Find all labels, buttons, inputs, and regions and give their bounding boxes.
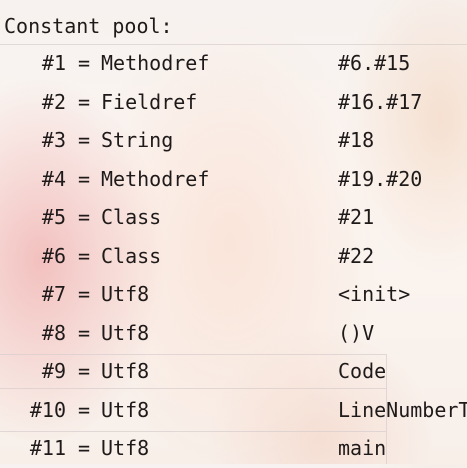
entry-index: #3 — [41, 128, 66, 152]
entry-equals: = — [78, 359, 91, 383]
entry-type: Methodref — [101, 166, 210, 191]
constant-pool-entry: #9 = Utf8 Code — [0, 352, 467, 391]
entry-value: #21 — [338, 205, 375, 229]
constant-pool-entry: #8 = Utf8 ()V — [0, 314, 467, 353]
entry-type: Utf8 — [101, 436, 150, 460]
entry-value: <init> — [338, 282, 411, 306]
entry-index: #6 — [41, 243, 66, 268]
entry-type: Utf8 — [101, 397, 150, 422]
entry-equals: = — [78, 397, 91, 422]
entry-type: Fieldref — [101, 89, 198, 114]
entry-equals: = — [78, 282, 91, 306]
entry-equals: = — [78, 166, 91, 191]
entry-type: Class — [101, 205, 162, 229]
constant-pool-entry: #5 = Class #21 — [0, 198, 467, 237]
entry-value: #22 — [338, 243, 375, 268]
constant-pool-entry: #4 = Methodref #19.#20 — [0, 160, 467, 199]
entry-equals: = — [78, 243, 91, 268]
row-divider — [0, 431, 386, 432]
entry-type: Methodref — [101, 51, 210, 75]
constant-pool-entry: #11 = Utf8 main — [0, 429, 467, 468]
entry-equals: = — [78, 320, 91, 345]
entry-index: #9 — [41, 359, 66, 383]
constant-pool-entry: #7 = Utf8 <init> — [0, 275, 467, 314]
constant-pool-entry: #2 = Fieldref #16.#17 — [0, 83, 467, 122]
entry-value: LineNumberT — [338, 397, 467, 422]
entry-type: Utf8 — [101, 282, 150, 306]
entry-value: main — [338, 436, 387, 460]
entry-index: #4 — [41, 166, 66, 191]
entry-value: ()V — [338, 320, 375, 345]
constant-pool-entry: #3 = String #18 — [0, 121, 467, 160]
entry-type: Class — [101, 243, 162, 268]
entry-index: #10 — [29, 397, 66, 422]
row-divider — [0, 354, 386, 355]
entry-index: #11 — [29, 436, 66, 460]
entry-equals: = — [78, 436, 91, 460]
constant-pool-entry: #10 = Utf8 LineNumberT — [0, 391, 467, 430]
constant-pool-panel: Constant pool: #1 = Methodref #6.#15 #2 = Fiel… — [0, 0, 467, 464]
entry-value: #19.#20 — [338, 166, 423, 191]
entry-value: #6.#15 — [338, 51, 411, 75]
entry-index: #2 — [41, 89, 66, 114]
entry-equals: = — [78, 205, 91, 229]
entry-value: Code — [338, 359, 387, 383]
entry-value: #16.#17 — [338, 89, 423, 114]
constant-pool-title: Constant pool: — [4, 14, 173, 38]
row-divider — [0, 388, 386, 389]
entry-index: #1 — [41, 51, 66, 75]
column-divider — [386, 354, 387, 464]
entry-equals: = — [78, 89, 91, 114]
entry-type: Utf8 — [101, 359, 150, 383]
entry-type: Utf8 — [101, 320, 150, 345]
entry-type: String — [101, 128, 174, 152]
entry-equals: = — [78, 128, 91, 152]
entry-index: #7 — [41, 282, 66, 306]
entry-index: #8 — [41, 320, 66, 345]
constant-pool-entry: #6 = Class #22 — [0, 237, 467, 276]
entry-value: #18 — [338, 128, 375, 152]
constant-pool-entry: #1 = Methodref #6.#15 — [0, 44, 467, 83]
entry-index: #5 — [41, 205, 66, 229]
entry-equals: = — [78, 51, 91, 75]
